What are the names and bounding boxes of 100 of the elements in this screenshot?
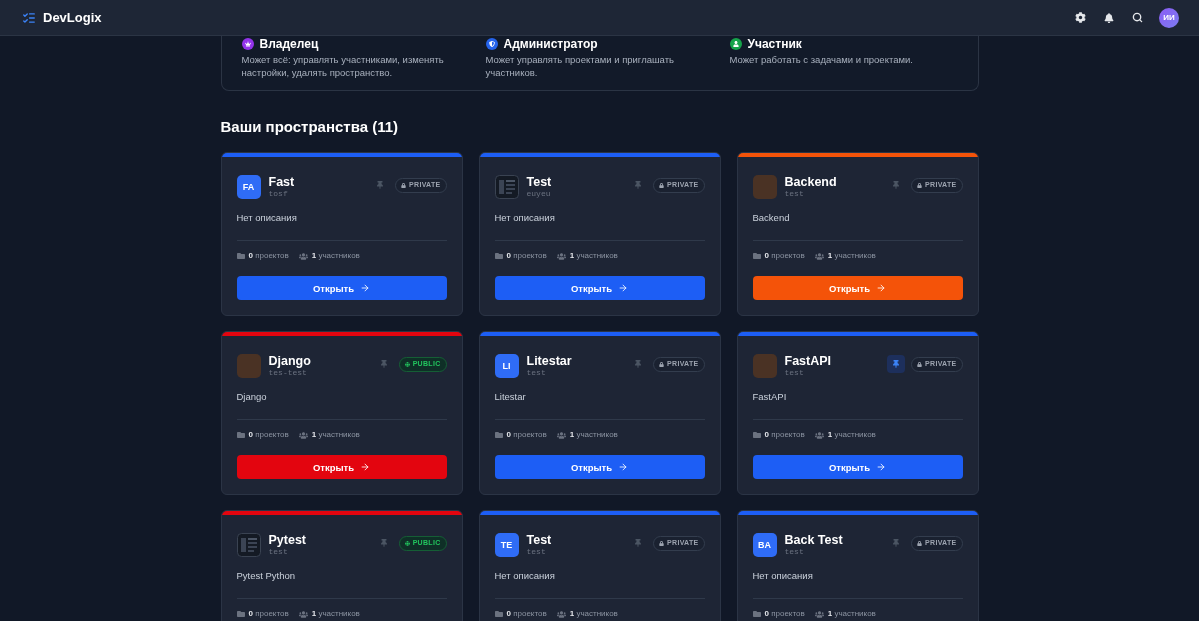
- space-avatar: BA: [752, 533, 777, 557]
- role-title: Участник: [747, 38, 802, 50]
- space-description: Нет описания: [236, 212, 298, 224]
- users-icon: [298, 251, 308, 261]
- space-description: FastAPI: [752, 391, 788, 403]
- space-description: Django: [236, 391, 268, 403]
- member-count: 1 участников: [311, 609, 360, 619]
- lock-icon: [659, 182, 665, 188]
- open-button[interactable]: Открыть: [752, 455, 963, 479]
- settings-button[interactable]: [1073, 10, 1088, 25]
- space-description: Pytest Python: [236, 570, 297, 582]
- role-description: Может работать с задачами и проектами.: [729, 53, 914, 66]
- thumbnail-drawing: [236, 533, 261, 557]
- space-name: Backend: [784, 175, 838, 189]
- space-avatar: LI: [494, 354, 519, 378]
- folder-icon: [494, 610, 503, 618]
- thumbnail-drawing: [494, 175, 519, 199]
- project-count: 0 проектов: [248, 430, 289, 440]
- project-count: 0 проектов: [764, 251, 805, 261]
- space-description: Litestar: [494, 391, 527, 403]
- lock-icon: [401, 182, 407, 188]
- open-button[interactable]: Открыть: [236, 455, 447, 479]
- pin-button[interactable]: [887, 355, 906, 373]
- pin-icon: [892, 360, 901, 368]
- user-avatar[interactable]: ИИ: [1159, 7, 1179, 28]
- space-slug: test: [268, 547, 289, 557]
- open-button[interactable]: Открыть: [752, 276, 963, 300]
- space-name: Test: [526, 175, 553, 189]
- pin-icon: [892, 181, 901, 189]
- folder-icon: [236, 252, 245, 260]
- globe-icon: [404, 361, 410, 367]
- project-count: 0 проектов: [248, 251, 289, 261]
- project-count: 0 проектов: [764, 609, 805, 619]
- space-slug: tes-test: [268, 368, 308, 378]
- folder-icon: [752, 252, 761, 260]
- space-slug: tosf: [268, 189, 289, 199]
- project-count: 0 проектов: [248, 609, 289, 619]
- project-count: 0 проектов: [506, 430, 547, 440]
- member-count: 1 участников: [569, 251, 618, 261]
- users-icon: [298, 430, 308, 440]
- project-count: 0 проектов: [506, 251, 547, 261]
- search-icon: [1132, 12, 1143, 23]
- arrow-right-icon: [618, 462, 629, 472]
- settings-icon: [1075, 12, 1086, 23]
- arrow-right-icon: [618, 283, 629, 293]
- notifications-button[interactable]: [1102, 10, 1116, 25]
- arrow-right-icon: [360, 283, 371, 293]
- bell-icon: [1104, 12, 1114, 23]
- member-count: 1 участников: [827, 430, 876, 440]
- lock-icon: [917, 182, 923, 188]
- space-name: Litestar: [526, 354, 573, 368]
- photo-placeholder: [236, 354, 261, 378]
- list-checks-icon: [22, 10, 36, 25]
- space-slug: test: [526, 547, 547, 557]
- space-name: FastAPI: [784, 354, 833, 368]
- pin-icon: [634, 539, 643, 547]
- member-count: 1 участников: [311, 430, 360, 440]
- role-title: Владелец: [259, 38, 319, 50]
- space-avatar: FA: [236, 175, 261, 199]
- folder-icon: [236, 610, 245, 618]
- space-slug: test: [784, 547, 805, 557]
- role-description: Может управлять проектами и приглашать участников.: [485, 53, 675, 79]
- open-button[interactable]: Открыть: [236, 276, 447, 300]
- member-count: 1 участников: [569, 609, 618, 619]
- member-count: 1 участников: [827, 609, 876, 619]
- arrow-right-icon: [360, 462, 371, 472]
- open-button[interactable]: Открыть: [494, 276, 705, 300]
- space-slug: test: [784, 368, 805, 378]
- pin-icon: [634, 181, 643, 189]
- space-slug: test: [526, 368, 547, 378]
- photo-placeholder: [752, 354, 777, 378]
- lock-icon: [917, 361, 923, 367]
- space-slug: test: [784, 189, 805, 199]
- space-name: Pytest: [268, 533, 308, 547]
- globe-icon: [404, 540, 410, 546]
- section-heading: Ваши пространства (11): [220, 118, 400, 136]
- space-slug: euyeu: [526, 189, 552, 199]
- project-count: 0 проектов: [764, 430, 805, 440]
- pin-icon: [379, 360, 388, 368]
- space-name: Test: [526, 533, 553, 547]
- search-button[interactable]: [1130, 10, 1145, 25]
- space-description: Backend: [752, 212, 791, 224]
- space-description: Нет описания: [494, 212, 556, 224]
- pin-icon: [379, 539, 388, 547]
- lock-icon: [659, 361, 665, 367]
- pin-icon: [634, 360, 643, 368]
- brand-name: DevLogix: [43, 10, 102, 25]
- users-icon: [814, 609, 824, 619]
- arrow-right-icon: [876, 283, 887, 293]
- space-avatar: TE: [494, 533, 519, 557]
- arrow-right-icon: [876, 462, 887, 472]
- users-icon: [298, 609, 308, 619]
- project-count: 0 проектов: [506, 609, 547, 619]
- open-button[interactable]: Открыть: [494, 455, 705, 479]
- folder-icon: [752, 431, 761, 439]
- member-count: 1 участников: [311, 251, 360, 261]
- role-description: Может всё: управлять участниками, изменять настройки, удалять пространство.: [241, 53, 445, 79]
- folder-icon: [494, 431, 503, 439]
- pin-icon: [376, 181, 385, 189]
- space-description: Нет описания: [494, 570, 556, 582]
